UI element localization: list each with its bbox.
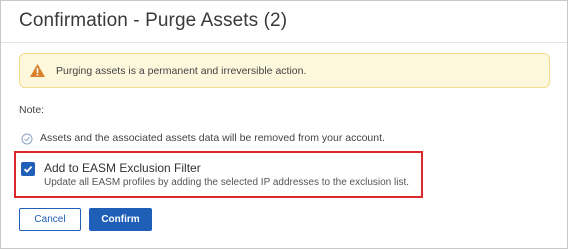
- info-item: Assets and the associated assets data wi…: [21, 132, 385, 145]
- check-circle-icon: [21, 132, 33, 145]
- exclusion-filter-checkbox[interactable]: [21, 162, 35, 176]
- dialog-title: Confirmation - Purge Assets (2): [19, 10, 288, 31]
- warning-banner: Purging assets is a permanent and irreve…: [19, 53, 550, 88]
- checkmark-icon: [23, 165, 33, 173]
- confirm-button[interactable]: Confirm: [89, 208, 152, 231]
- cancel-button[interactable]: Cancel: [19, 208, 81, 231]
- note-label: Note:: [19, 104, 45, 116]
- warning-triangle-icon: [29, 63, 46, 78]
- exclusion-filter-title[interactable]: Add to EASM Exclusion Filter: [44, 161, 201, 175]
- info-text: Assets and the associated assets data wi…: [40, 132, 385, 144]
- title-divider: [1, 42, 567, 43]
- exclusion-filter-description: Update all EASM profiles by adding the s…: [44, 177, 410, 188]
- warning-text: Purging assets is a permanent and irreve…: [56, 64, 307, 77]
- purge-confirmation-dialog: Confirmation - Purge Assets (2) Purging …: [0, 0, 568, 249]
